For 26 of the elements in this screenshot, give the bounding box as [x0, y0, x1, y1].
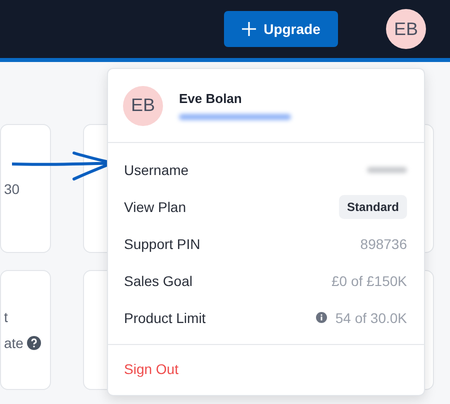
- row-label: View Plan: [124, 198, 186, 214]
- row-value: 54 of 30.0K: [335, 310, 407, 326]
- user-avatar[interactable]: EB: [386, 9, 426, 49]
- redacted-value: [367, 166, 407, 172]
- row-label: Product Limit: [124, 310, 206, 326]
- card-text: 30: [4, 180, 21, 196]
- menu-row[interactable]: Username: [124, 151, 407, 188]
- plan-badge: Standard: [338, 194, 407, 218]
- help-icon[interactable]: [27, 336, 42, 350]
- menu-row[interactable]: Product Limit 54 of 30.0K: [124, 299, 407, 336]
- plus-icon: [242, 22, 256, 36]
- info-icon: [316, 312, 328, 323]
- row-label: Support PIN: [124, 236, 200, 252]
- menu-row[interactable]: Sales Goal £0 of £150K: [124, 262, 407, 299]
- sign-out-link[interactable]: Sign Out: [124, 361, 178, 377]
- user-avatar: EB: [123, 86, 163, 126]
- card-text: t: [4, 309, 9, 325]
- upgrade-button[interactable]: Upgrade: [224, 11, 338, 47]
- menu-row[interactable]: View Plan Standard: [124, 188, 407, 225]
- row-value: £0 of £150K: [331, 272, 407, 288]
- row-value: 898736: [360, 236, 407, 252]
- card-text: ate: [4, 335, 24, 351]
- menu-row[interactable]: Support PIN 898736: [124, 225, 407, 262]
- user-name: Eve Bolan: [179, 91, 243, 106]
- row-label: Sales Goal: [124, 272, 192, 288]
- row-label: Username: [124, 162, 189, 178]
